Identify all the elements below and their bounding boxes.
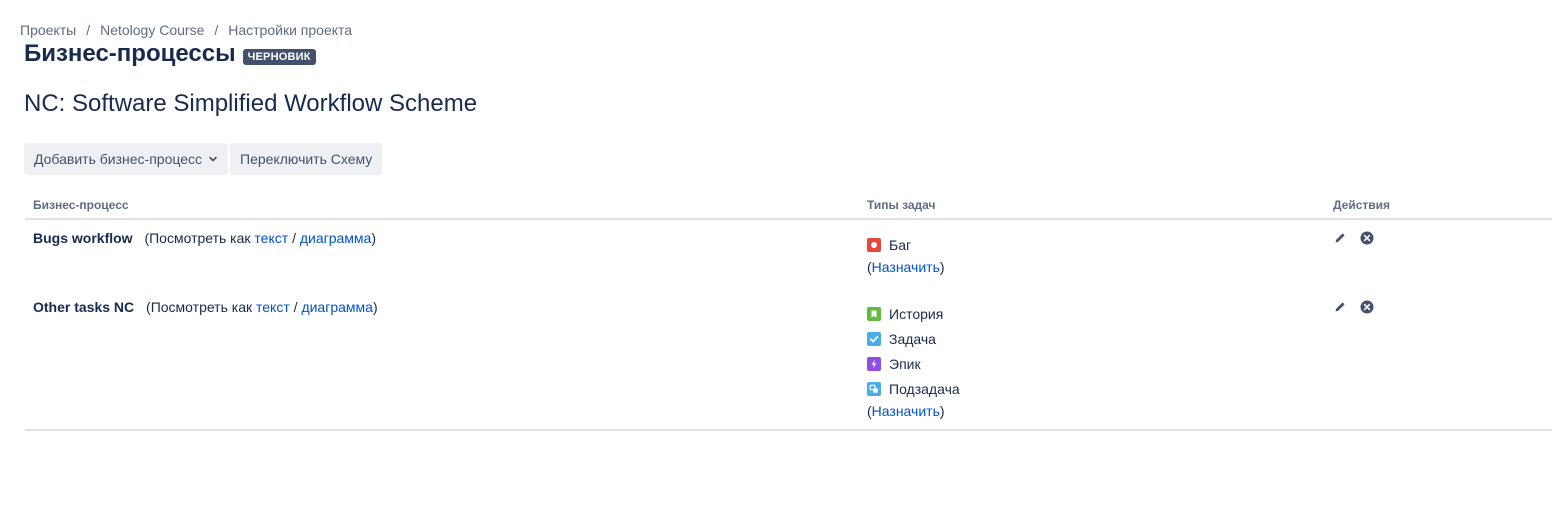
actions-cell: [1325, 289, 1552, 431]
breadcrumb-separator: /: [214, 22, 219, 38]
issue-type-label: История: [889, 305, 944, 322]
issue-type-item: История: [867, 301, 1317, 326]
story-icon: [867, 306, 881, 321]
issue-type-item: Баг: [867, 232, 1317, 257]
task-icon: [867, 331, 881, 346]
title-row: Бизнес-процессы ЧЕРНОВИК: [24, 40, 316, 68]
view-prefix: (Посмотреть как: [146, 299, 253, 315]
breadcrumb-project-settings[interactable]: Настройки проекта: [228, 22, 352, 38]
view-prefix: (Посмотреть как: [144, 230, 251, 246]
breadcrumb-projects[interactable]: Проекты: [20, 22, 76, 38]
view-links: (Посмотреть как текст / диаграмма): [146, 299, 378, 315]
page-title: Бизнес-процессы: [24, 40, 236, 67]
switch-scheme-label: Переключить Схему: [240, 151, 373, 167]
issue-type-label: Подзадача: [889, 380, 960, 397]
view-text-link[interactable]: текст: [256, 299, 290, 315]
subtask-icon: [867, 381, 881, 396]
toolbar: Добавить бизнес-процесс Переключить Схем…: [24, 143, 383, 175]
page: Проекты / Netology Course / Настройки пр…: [0, 0, 1555, 512]
chevron-down-icon: [209, 156, 217, 162]
pencil-icon[interactable]: [1333, 300, 1347, 314]
workflow-name: Bugs workflow: [33, 230, 133, 246]
delete-circle-icon[interactable]: [1360, 300, 1374, 314]
breadcrumb: Проекты / Netology Course / Настройки пр…: [20, 22, 352, 38]
actions-cell: [1325, 219, 1552, 289]
workflow-cell: Bugs workflow (Посмотреть как текст / ди…: [25, 219, 859, 289]
table-row: Bugs workflow (Посмотреть как текст / ди…: [25, 219, 1552, 289]
issue-types-cell: Баг (Назначить): [859, 219, 1325, 289]
assign-link[interactable]: Назначить: [872, 403, 940, 419]
assign-close: ): [939, 403, 945, 419]
view-slash: /: [292, 230, 296, 246]
view-diagram-link[interactable]: диаграмма: [300, 230, 372, 246]
view-text-link[interactable]: текст: [254, 230, 288, 246]
workflows-table: Бизнес-процесс Типы задач Действия Bugs …: [25, 193, 1552, 431]
breadcrumb-project[interactable]: Netology Course: [100, 22, 204, 38]
breadcrumb-separator: /: [86, 22, 91, 38]
issue-type-label: Эпик: [889, 355, 921, 372]
issue-type-label: Баг: [889, 236, 912, 253]
epic-icon: [867, 356, 881, 371]
bug-icon: [867, 237, 881, 252]
column-header-actions: Действия: [1325, 193, 1552, 220]
view-suffix: ): [372, 299, 378, 315]
assign-link-wrapper: (Назначить): [867, 401, 1317, 421]
issue-type-item: Подзадача: [867, 376, 1317, 401]
assign-link[interactable]: Назначить: [872, 259, 940, 275]
row-actions: [1333, 220, 1544, 245]
view-links: (Посмотреть как текст / диаграмма): [144, 230, 376, 246]
issue-type-label: Задача: [889, 330, 936, 347]
column-header-issue-types: Типы задач: [859, 193, 1325, 220]
issue-type-item: Эпик: [867, 351, 1317, 376]
table-row: Other tasks NC (Посмотреть как текст / д…: [25, 289, 1552, 431]
delete-circle-icon[interactable]: [1360, 231, 1374, 245]
add-workflow-label: Добавить бизнес-процесс: [34, 151, 202, 167]
assign-link-wrapper: (Назначить): [867, 257, 1317, 277]
assign-close: ): [939, 259, 945, 275]
row-actions: [1333, 289, 1544, 314]
column-header-workflow: Бизнес-процесс: [25, 193, 859, 220]
scheme-name: NC: Software Simplified Workflow Scheme: [24, 90, 478, 117]
workflow-name: Other tasks NC: [33, 299, 135, 315]
issue-type-item: Задача: [867, 326, 1317, 351]
view-suffix: ): [371, 230, 377, 246]
status-badge: ЧЕРНОВИК: [242, 49, 316, 65]
issue-types-cell: История Задача Эпик Подзадача (Назначит…: [859, 289, 1325, 431]
table-header-row: Бизнес-процесс Типы задач Действия: [25, 193, 1552, 220]
workflow-cell: Other tasks NC (Посмотреть как текст / д…: [25, 289, 859, 431]
view-diagram-link[interactable]: диаграмма: [301, 299, 373, 315]
switch-scheme-button[interactable]: Переключить Схему: [230, 143, 383, 175]
pencil-icon[interactable]: [1333, 231, 1347, 245]
add-workflow-button[interactable]: Добавить бизнес-процесс: [24, 143, 228, 175]
view-slash: /: [293, 299, 298, 315]
